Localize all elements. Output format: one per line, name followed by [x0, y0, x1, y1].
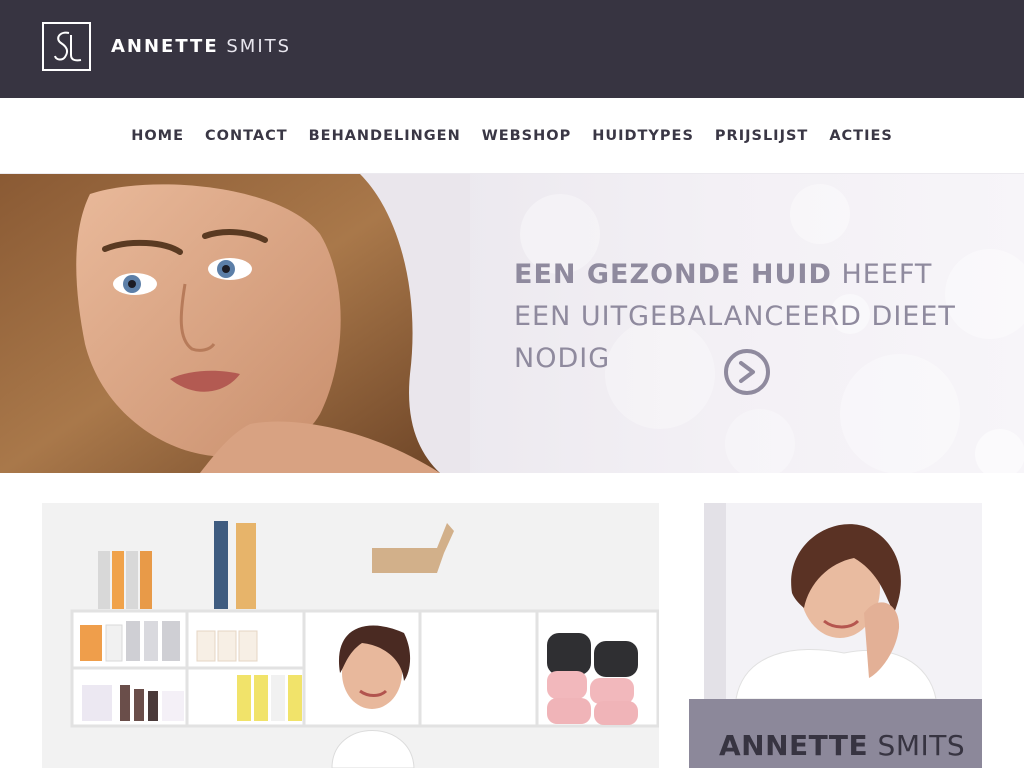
nav-behandelingen[interactable]: BEHANDELINGEN: [309, 128, 461, 144]
site-header: ANNETTE SMITS: [0, 0, 1024, 98]
logo-link[interactable]: ANNETTE SMITS: [42, 22, 291, 71]
chevron-right-circle-icon[interactable]: [724, 349, 770, 395]
hero-model-photo: [0, 174, 470, 473]
salon-shop-photo: [42, 503, 659, 768]
profile-name-card: ANNETTE SMITS: [689, 699, 982, 768]
hero-banner: EEN GEZONDE HUID HEEFT EEN UITGEBALANCEE…: [0, 174, 1024, 473]
profile-name-bold: ANNETTE: [719, 729, 869, 762]
nav-webshop[interactable]: WEBSHOP: [482, 128, 571, 144]
brand-name-bold: ANNETTE: [111, 36, 219, 57]
main-navigation: HOME CONTACT BEHANDELINGEN WEBSHOP HUIDT…: [0, 98, 1024, 174]
hero-headline-bold: EEN GEZONDE HUID: [514, 259, 832, 290]
profile-name-light: SMITS: [877, 729, 966, 762]
brand-name: ANNETTE SMITS: [111, 36, 291, 57]
nav-home[interactable]: HOME: [131, 128, 184, 144]
brand-name-light: SMITS: [226, 36, 292, 57]
nav-acties[interactable]: ACTIES: [829, 128, 893, 144]
sl-monogram-icon: [42, 22, 91, 71]
annette-portrait: [704, 503, 982, 699]
content-section: ANNETTE SMITS: [0, 473, 1024, 768]
nav-huidtypes[interactable]: HUIDTYPES: [592, 128, 694, 144]
profile-name: ANNETTE SMITS: [719, 729, 965, 762]
nav-contact[interactable]: CONTACT: [205, 128, 288, 144]
nav-prijslijst[interactable]: PRIJSLIJST: [715, 128, 808, 144]
